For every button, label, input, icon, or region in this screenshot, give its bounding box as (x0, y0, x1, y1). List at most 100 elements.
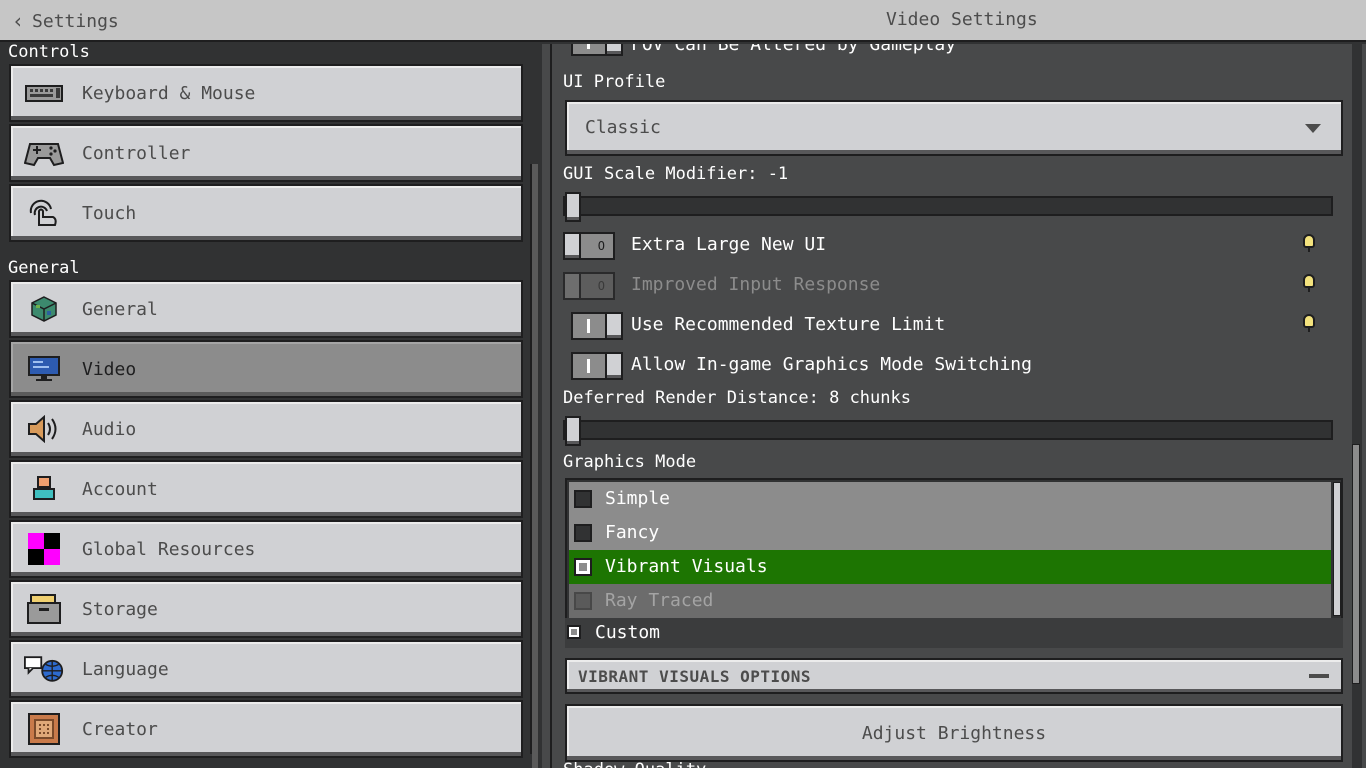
sidebar-item-touch[interactable]: Touch (9, 184, 523, 242)
adjust-brightness-button[interactable]: Adjust Brightness (565, 704, 1343, 762)
sidebar-item-storage[interactable]: Storage (9, 580, 523, 638)
improved-input-toggle: O (563, 272, 615, 300)
gui-scale-label: GUI Scale Modifier: -1 (563, 164, 789, 184)
ui-profile-label: UI Profile (563, 72, 666, 92)
sidebar-item-label: Language (82, 658, 169, 680)
graphics-mode-option-fancy[interactable]: Fancy (569, 516, 1331, 550)
toggle-row-texture-limit: Use Recommended Texture Limit (563, 310, 1333, 342)
checkbox (574, 592, 592, 610)
toggle-knob (563, 232, 581, 260)
graphics-mode-option-ray-traced: Ray Traced (569, 584, 1331, 618)
sidebar-item-label: Keyboard & Mouse (82, 82, 256, 104)
section-title: VIBRANT VISUALS OPTIONS (578, 667, 812, 686)
toggle-knob (563, 272, 581, 300)
info-bulb-icon[interactable] (1303, 314, 1315, 332)
sidebar-item-video[interactable]: Video (9, 340, 523, 398)
sidebar-item-label: Controller (82, 142, 191, 164)
checkbox (574, 490, 592, 508)
button-label: Adjust Brightness (861, 722, 1047, 744)
slider-knob[interactable] (565, 192, 581, 222)
slider-knob[interactable] (565, 416, 581, 446)
sidebar-item-audio[interactable]: Audio (9, 400, 523, 458)
controller-icon (24, 136, 64, 170)
sidebar-item-creator[interactable]: Creator (9, 700, 523, 758)
checker-pack-icon (24, 532, 64, 566)
back-button[interactable]: ‹ Settings (12, 8, 119, 34)
toggle-knob (605, 312, 623, 340)
toggle-label: Extra Large New UI (631, 234, 827, 255)
sidebar-item-label: Account (82, 478, 158, 500)
graphics-mode-list: Simple Fancy Vibrant Visuals Ray Traced (565, 478, 1343, 620)
sidebar-item-label: General (82, 298, 158, 320)
top-bar: ‹ Settings Video Settings (0, 0, 1366, 42)
vibrant-visuals-options-header[interactable]: VIBRANT VISUALS OPTIONS (565, 658, 1343, 694)
extra-large-ui-toggle[interactable]: O (563, 232, 615, 260)
toggle-knob (605, 44, 623, 56)
render-distance-slider[interactable] (563, 416, 1333, 446)
dropdown-arrow-icon (1305, 124, 1321, 133)
sidebar-item-label: Global Resources (82, 538, 256, 560)
shadow-quality-label: Shadow Quality (563, 760, 706, 768)
sidebar-item-label: Storage (82, 598, 158, 620)
toggle-row-extra-large-ui: O Extra Large New UI (563, 230, 1333, 262)
sidebar-item-controller[interactable]: Controller (9, 124, 523, 182)
section-label-general: General (8, 258, 80, 278)
sidebar-scrollbar-thumb[interactable] (532, 164, 538, 768)
sidebar-item-keyboard-mouse[interactable]: Keyboard & Mouse (9, 64, 523, 122)
sidebar-item-label: Audio (82, 418, 137, 440)
toggle-on-mark (587, 44, 590, 49)
back-label: Settings (32, 10, 119, 32)
collapse-minus-icon (1309, 674, 1329, 678)
option-label: Vibrant Visuals (605, 556, 768, 577)
toggle-row-improved-input: O Improved Input Response (563, 270, 1333, 302)
fov-toggle-label: FOV Can Be Altered by Gameplay (631, 44, 957, 55)
content-scrollbar-thumb[interactable] (1352, 444, 1360, 684)
toggle-row-graphics-switching: Allow In-game Graphics Mode Switching (563, 350, 1333, 382)
graphics-mode-scrollbar[interactable] (1333, 482, 1341, 616)
storage-box-icon (24, 592, 64, 626)
option-label: Custom (595, 622, 661, 643)
toggle-on-mark (587, 359, 590, 373)
graphics-mode-option-custom[interactable]: Custom (565, 618, 1343, 648)
option-label: Simple (605, 488, 671, 509)
toggle-label: Use Recommended Texture Limit (631, 314, 946, 335)
keyboard-icon (24, 76, 64, 110)
toggle-on-mark (587, 319, 590, 333)
sidebar-item-label: Creator (82, 718, 158, 740)
graphics-mode-label: Graphics Mode (563, 452, 697, 472)
sidebar-item-label: Touch (82, 202, 137, 224)
fov-toggle-row: FOV Can Be Altered by Gameplay (563, 44, 1333, 64)
language-icon (24, 652, 64, 686)
sidebar-item-label: Video (82, 358, 137, 380)
graphics-mode-option-simple[interactable]: Simple (569, 482, 1331, 516)
graphics-mode-option-vibrant-visuals[interactable]: Vibrant Visuals (569, 550, 1331, 584)
toggle-knob (605, 352, 623, 380)
settings-content: FOV Can Be Altered by Gameplay UI Profil… (552, 44, 1366, 768)
sidebar-item-global-resources[interactable]: Global Resources (9, 520, 523, 578)
texture-limit-toggle[interactable] (571, 312, 623, 340)
toggle-off-mark: O (597, 279, 605, 293)
info-bulb-icon[interactable] (1303, 234, 1315, 252)
checkbox-checked (567, 625, 581, 639)
option-label: Ray Traced (605, 590, 714, 611)
info-bulb-icon[interactable] (1303, 274, 1315, 292)
fov-toggle[interactable] (571, 44, 623, 56)
section-label-controls: Controls (8, 44, 90, 62)
toggle-label: Allow In-game Graphics Mode Switching (631, 354, 1032, 375)
monitor-icon (24, 352, 64, 386)
page-title: Video Settings (886, 9, 1038, 30)
graphics-switching-toggle[interactable] (571, 352, 623, 380)
ui-profile-dropdown[interactable]: Classic (565, 100, 1343, 156)
sidebar-item-language[interactable]: Language (9, 640, 523, 698)
toggle-label: Improved Input Response (631, 274, 881, 295)
sidebar-item-general[interactable]: General (9, 280, 523, 338)
gui-scale-slider[interactable] (563, 192, 1333, 222)
globe-cube-icon (24, 292, 64, 326)
panel-divider (542, 44, 552, 768)
chevron-left-icon: ‹ (12, 9, 25, 33)
sidebar: Controls Keyboard & Mouse Controller Tou… (0, 44, 542, 768)
toggle-off-mark: O (597, 239, 605, 253)
option-label: Fancy (605, 522, 660, 543)
checkbox-checked (574, 558, 592, 576)
sidebar-item-account[interactable]: Account (9, 460, 523, 518)
